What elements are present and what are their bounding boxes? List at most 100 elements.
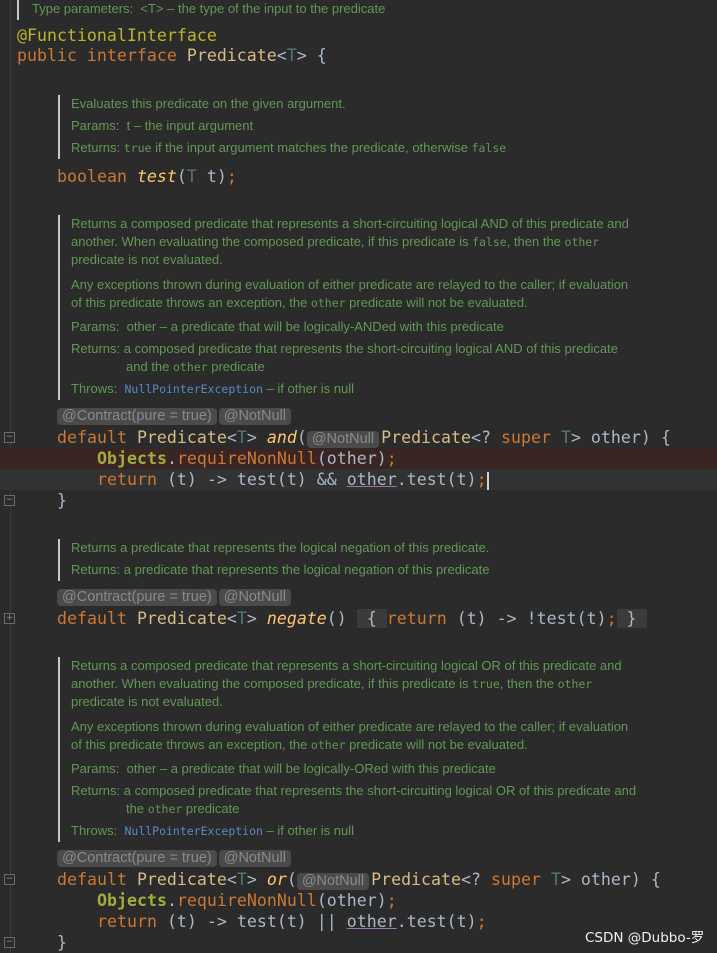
code-token: ( (286, 870, 297, 889)
doc-comment-line: Returns: a composed predicate that repre… (71, 782, 636, 800)
doc-text: – if other is null (262, 381, 354, 396)
code-token: return (386, 609, 457, 628)
collapse-fold-icon[interactable]: − (4, 874, 15, 885)
code-token: test (136, 167, 177, 186)
doc-comment-line: and the other predicate (126, 358, 265, 376)
collapse-fold-icon[interactable]: − (4, 432, 15, 443)
doc-comment-line: Params: other – a predicate that will be… (71, 318, 504, 336)
inlay-hint[interactable]: @Contract(pure = true) (57, 408, 217, 425)
code-token: or (266, 870, 287, 889)
code-line[interactable]: default Predicate<T> and(@NotNull Predica… (0, 427, 717, 448)
doc-text: of this predicate throws an exception, t… (71, 737, 311, 752)
code-token: > { (296, 46, 327, 65)
code-line[interactable]: Objects.requireNonNull(other); (0, 448, 717, 469)
code-token: other (346, 912, 397, 931)
inlay-hints: @Contract(pure = true) @NotNull (57, 849, 293, 867)
watermark: CSDN @Dubbo-罗 (585, 930, 705, 946)
doc-text: another. When evaluating the composed pr… (71, 676, 473, 691)
code-token: T (286, 46, 297, 65)
inlay-hint[interactable]: @NotNull (218, 408, 291, 425)
doc-text: the (126, 801, 148, 816)
collapse-fold-icon[interactable]: − (4, 495, 15, 506)
inlay-hint[interactable]: @NotNull (218, 589, 291, 606)
doc-comment-bar (58, 215, 60, 400)
doc-text: Evaluates this predicate on the given ar… (71, 96, 346, 111)
doc-comment-line: Any exceptions thrown during evaluation … (71, 276, 628, 294)
doc-comment-line: Returns a composed predicate that repres… (71, 657, 622, 675)
doc-text: Returns a composed predicate that repres… (71, 216, 629, 231)
code-line[interactable]: } (0, 490, 717, 511)
code-token: default (57, 428, 137, 447)
code-line[interactable]: return (t) -> test(t) && other.test(t); (0, 469, 717, 490)
doc-link[interactable]: NullPointerException (124, 824, 262, 838)
code-token: other (346, 470, 397, 489)
doc-comment-bar (58, 539, 60, 581)
inlay-hint[interactable]: @NotNull (296, 873, 370, 890)
doc-text: – if other is null (262, 823, 354, 838)
doc-text: if the input argument matches the predic… (151, 140, 472, 155)
doc-text: predicate is not evaluated. (71, 252, 223, 267)
code-token: > (246, 609, 267, 628)
code-token: (other) (316, 891, 387, 910)
code-token: requireNonNull (176, 891, 317, 910)
doc-comment-bar (17, 0, 19, 20)
code-token: ( (296, 428, 307, 447)
code-line[interactable]: default Predicate<T> or(@NotNull Predicat… (0, 869, 717, 890)
inlay-hint[interactable]: @NotNull (218, 850, 291, 867)
code-token: (t) -> test(t) || (166, 912, 347, 931)
code-token: <? (461, 870, 491, 889)
code-token: . (166, 891, 177, 910)
doc-comment-line: Returns: a predicate that represents the… (71, 561, 489, 579)
code-token: Predicate (371, 870, 462, 889)
code-token[interactable]: { (356, 609, 387, 628)
doc-comment-line: Returns a composed predicate that repres… (71, 215, 629, 233)
code-token: > (246, 870, 267, 889)
code-token: (t) -> !test(t) (456, 609, 607, 628)
code-token: super (501, 428, 561, 447)
doc-text: Params: t – the input argument (71, 118, 254, 133)
inlay-hint[interactable]: @NotNull (306, 431, 380, 448)
code-token: negate (266, 609, 327, 628)
code-line[interactable]: default Predicate<T> negate() { return (… (0, 608, 717, 629)
doc-comment-line: of this predicate throws an exception, t… (71, 294, 528, 312)
code-token: return (97, 470, 167, 489)
collapse-fold-icon[interactable]: − (4, 937, 15, 948)
code-token: Predicate (136, 428, 227, 447)
doc-text: of this predicate throws an exception, t… (71, 295, 311, 310)
inlay-hint[interactable]: @Contract(pure = true) (57, 589, 217, 606)
doc-text: Any exceptions thrown during evaluation … (71, 277, 629, 292)
code-token: } (57, 491, 67, 510)
code-token: .test(t) (396, 470, 477, 489)
code-token: ; (476, 912, 487, 931)
code-token: < (226, 609, 237, 628)
doc-comment-line: Evaluates this predicate on the given ar… (71, 95, 346, 113)
code-line[interactable]: boolean test(T t); (0, 166, 717, 187)
code-line[interactable]: public interface Predicate<T> { (0, 45, 717, 66)
doc-text: other (147, 802, 183, 816)
doc-comment-line: Returns a predicate that represents the … (71, 539, 489, 557)
doc-text: Any exceptions thrown during evaluation … (71, 719, 629, 734)
code-line[interactable]: @FunctionalInterface (0, 25, 717, 46)
code-token[interactable]: } (616, 609, 647, 628)
doc-text: Type parameters: <T> – the type of the i… (32, 1, 386, 16)
doc-link[interactable]: NullPointerException (124, 382, 262, 396)
inlay-hints: @Contract(pure = true) @NotNull (57, 588, 293, 606)
expand-fold-icon[interactable]: + (4, 613, 15, 624)
code-token: .test(t) (396, 912, 477, 931)
doc-comment-line: Throws: NullPointerException – if other … (71, 822, 354, 840)
doc-text: another. When evaluating the composed pr… (71, 234, 473, 249)
doc-comment-line: of this predicate throws an exception, t… (71, 736, 528, 754)
doc-text: Throws: (71, 381, 125, 396)
code-editor[interactable]: Type parameters: <T> – the type of the i… (0, 0, 717, 953)
inlay-hint[interactable]: @Contract(pure = true) (57, 850, 217, 867)
doc-comment-line: Throws: NullPointerException – if other … (71, 380, 354, 398)
code-token: and (266, 428, 297, 447)
code-token: requireNonNull (176, 449, 317, 468)
doc-text: predicate (207, 359, 265, 374)
doc-text: false (472, 235, 507, 249)
doc-comment-line: Returns: a composed predicate that repre… (71, 340, 618, 358)
doc-comment-line: another. When evaluating the composed pr… (71, 675, 592, 693)
code-line[interactable]: Objects.requireNonNull(other); (0, 890, 717, 911)
code-token: ; (606, 609, 617, 628)
doc-text: false (471, 141, 507, 155)
